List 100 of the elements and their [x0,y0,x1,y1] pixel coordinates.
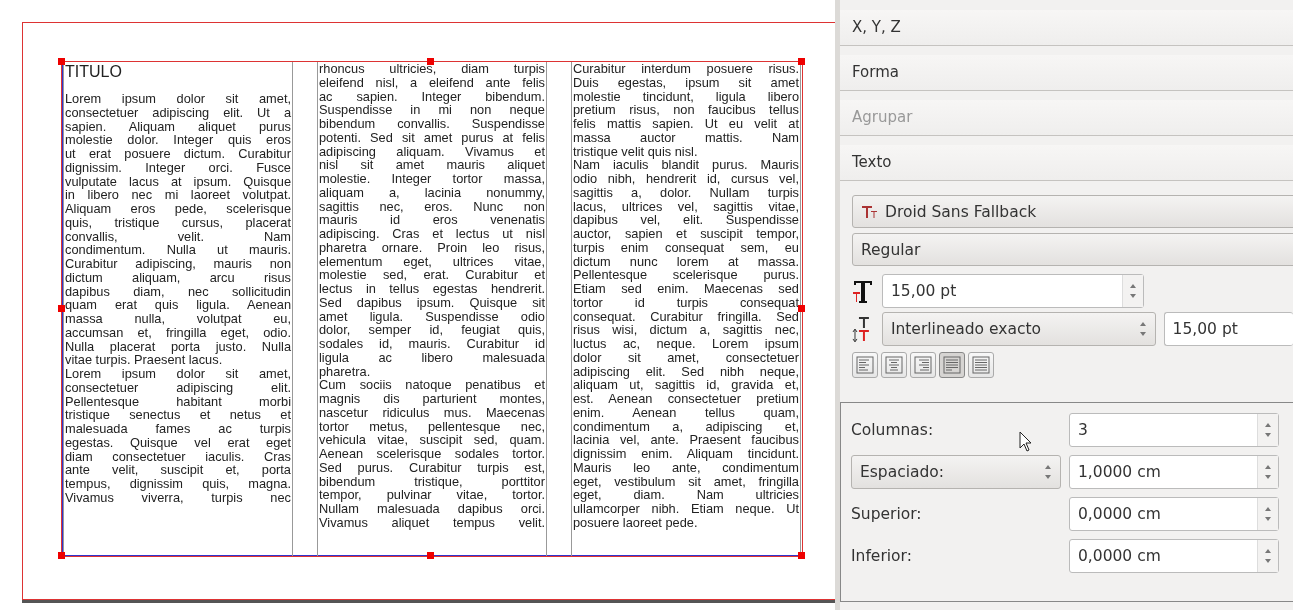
resize-handle[interactable] [58,552,65,559]
text-line: malesuada fames ac turpis [65,422,291,436]
resize-handle[interactable] [58,305,65,312]
text-line: adipiscing. Cras et lectus ut nisl [319,227,545,241]
text-line: ut erat posuere dictum. Curabitur [65,147,291,161]
text-line: dapibus diam, nec sollicitudin [65,284,291,299]
text-line: risus wisi, dictum a, sagittis nec, [573,323,799,337]
text-line: odio nibh, hendrerit id, cursus vel, [573,172,799,186]
text-line: consectetuer adipiscing elit. [65,380,291,395]
align-justify-icon [943,356,961,374]
text-line: molestie tincidunt, ligula libero [573,89,799,104]
spin-arrows-icon[interactable] [1264,505,1272,523]
text-line: eget, diam. Nam ultricies [573,488,799,502]
text-line: tortor metus, pellentesque nec, [319,419,545,434]
resize-handle[interactable] [798,305,805,312]
text-line: auctor, sapien et suscipit tempor, [573,227,799,241]
text-line: aliquam a, lacinia nonummy, [319,185,545,200]
align-button[interactable] [852,352,878,378]
text-line: Vivamus viverra, turpis nec [65,490,291,505]
text-line: accumsan et, fringilla eget, odio. [65,325,291,340]
align-right-icon [914,356,932,374]
align-button[interactable] [939,352,965,378]
text-line: molestie. Integer tortor massa, [319,172,545,186]
text-line: dignissim enim. Aliquam tincidunt. [573,447,799,461]
text-line: ligula ac libero malesuada [319,350,545,365]
text-line: convallis, velit. Nam [65,229,291,244]
text-line: bibendum tristique, porttitor [319,474,545,489]
line-spacing-dropdown[interactable]: Interlineado exacto [881,312,1156,346]
text-line: sagittis a, dolor. Nullam turpis [573,185,799,200]
resize-handle[interactable] [798,58,805,65]
text-line: dictum nunc lorem at massa. [573,254,799,269]
text-line: dapibus vel, elit. Suspendisse [573,213,799,227]
text-line: Sed dapibus ipsum. Quisque sit [319,295,545,310]
text-line: egestas. Quisque vel erat eget [65,435,291,450]
text-line: dolor sit amet, consectetuer [573,350,799,365]
title-text: TITULO [65,62,123,82]
text-line: Curabitur interdum posuere risus. [573,62,799,76]
text-line: potenti. Sed sit amet purus at felis [319,130,545,145]
text-line: pharetra. [319,364,372,379]
text-line: luctus ac, neque. Lorem ipsum [573,337,799,351]
align-button[interactable] [968,352,994,378]
text-line: consequat. Curabitur fringilla. Sed [573,309,799,324]
section-header[interactable]: Texto [840,145,1293,181]
text-line: Suspendisse in mi non neque [319,103,545,117]
text-line: amet ligula. Suspendisse odio [319,309,545,324]
font-size-field[interactable]: 15,00 pt [882,274,1144,308]
text-line: Nam iaculis blandit purus. Mauris [573,158,799,172]
text-line: sapien. Aliquam aliquet purus [65,119,291,134]
resize-handle[interactable] [427,552,434,559]
text-line: dictum aliquam, arcu risus [65,270,291,285]
mouse-pointer-icon [1019,431,1033,453]
text-line: rhoncus ultricies, diam turpis [319,62,545,76]
number-field[interactable]: 0,0000 cm [1069,539,1279,573]
resize-handle[interactable] [798,552,805,559]
text-line: mauris id eros venenatis [319,213,545,227]
text-line: Nulla placerat porta justo. Nulla [65,339,291,354]
text-line: Lorem ipsum dolor sit amet, [65,367,291,381]
text-line: aliquam ut, sagittis id, gravida et, [573,378,799,392]
align-left-icon [856,356,874,374]
resize-handle[interactable] [427,58,434,65]
spin-arrows-icon[interactable] [1264,421,1272,439]
dropdown-arrows-icon[interactable] [1138,320,1147,338]
font-dropdown[interactable]: Droid Sans Fallback [852,195,1293,228]
dropdown-arrows-icon[interactable] [1044,463,1052,481]
spacing-dropdown[interactable]: Espaciado: [851,455,1061,489]
text-line: lacus, ultrices vel, sagittis vitae, [573,199,799,214]
number-field[interactable]: 3 [1069,413,1279,447]
section-header[interactable]: Forma [840,55,1293,91]
text-line: tempus, dignissim quis, magna. [65,477,291,491]
number-field[interactable]: 0,0000 cm [1069,497,1279,531]
spin-arrows-icon[interactable] [1129,282,1137,300]
font-icon [861,203,879,220]
text-line: in libero nec mi laoreet volutpat. [65,188,291,202]
text-line: adipiscing aliquam. Vivamus et [319,144,545,159]
align-button[interactable] [910,352,936,378]
text-line: massa auctor mattis. Nam [573,130,799,145]
text-line: Pellentesque habitant morbi [65,394,291,409]
align-center-icon [885,356,903,374]
spin-arrows-icon[interactable] [1264,547,1272,565]
text-line: magnis dis parturient montes, [319,392,545,406]
text-line: eleifend nisl, a eleifend ante felis [319,75,545,90]
align-button[interactable] [881,352,907,378]
style-dropdown[interactable]: Regular [852,233,1293,266]
resize-handle[interactable] [58,58,65,65]
number-field[interactable]: 1,0000 cm [1069,455,1279,489]
section-header[interactable]: X, Y, Z [840,10,1293,46]
text-line: pretium risus, non faucibus tellus [573,103,799,117]
text-line: eget, vestibulum sit amet, fringilla [573,474,799,489]
text-line: Vivamus aliquet tempus velit. [319,515,545,530]
text-line: Cum sociis natoque penatibus et [319,378,545,392]
text-line: turpis enim consequat sem, eu [573,240,799,255]
text-frame[interactable] [61,61,803,557]
text-line: elementum eget, ultrices vitae, [319,254,545,269]
text-line: massa nulla, volutpat eu, [65,312,291,326]
text-line: sodales id, mauris. Curabitur id [319,337,545,351]
align-forced-icon [972,356,990,374]
text-line: est. Aenean consectetuer pretium [573,392,799,406]
spin-arrows-icon[interactable] [1264,463,1272,481]
line-spacing-field[interactable]: 15,00 pt [1163,312,1293,346]
text-line: consectetuer adipiscing elit. Ut a [65,105,291,120]
